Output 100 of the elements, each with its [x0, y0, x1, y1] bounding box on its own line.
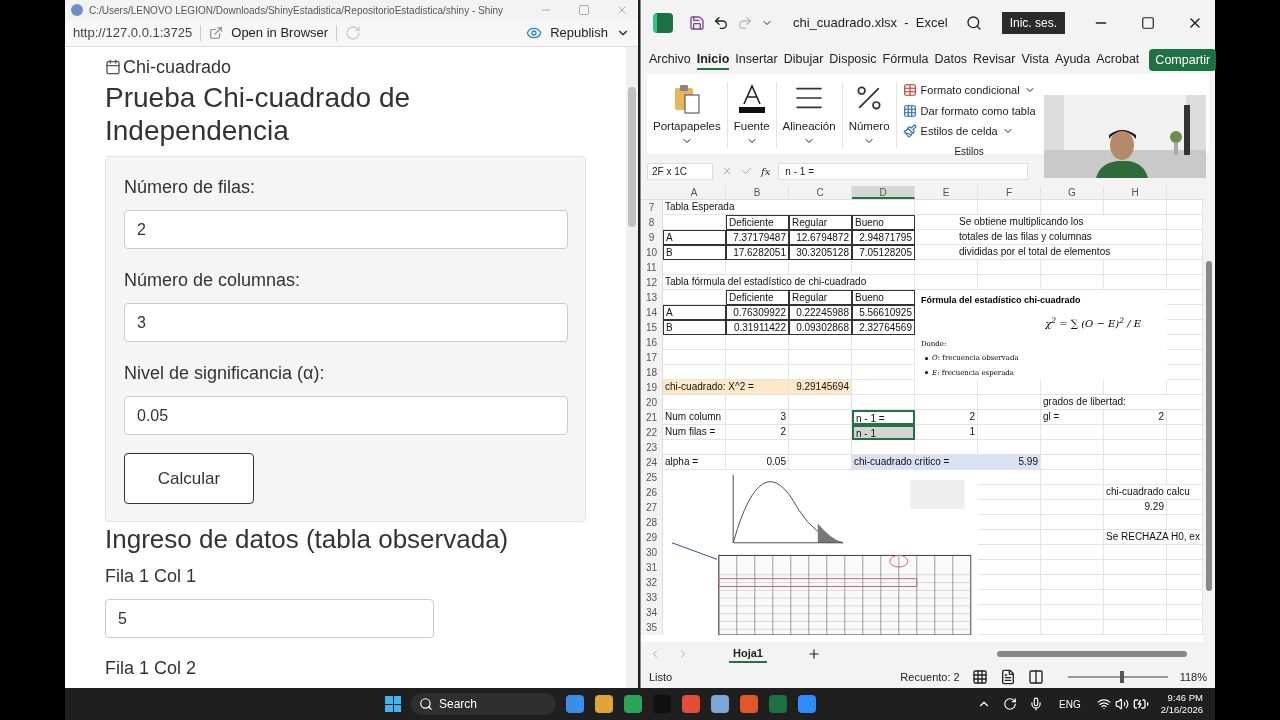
table-cell[interactable]: [1104, 425, 1167, 440]
page-layout-icon[interactable]: [999, 669, 1016, 685]
cancel-icon[interactable]: [721, 165, 733, 177]
row-header[interactable]: 19: [641, 380, 663, 395]
battery-icon[interactable]: [1132, 696, 1149, 712]
ribbon-tab[interactable]: Revisar: [973, 49, 1016, 71]
table-cell[interactable]: grados de libertad:: [1041, 395, 1203, 410]
row-header[interactable]: 21: [641, 410, 663, 425]
row-header[interactable]: 24: [641, 455, 663, 470]
table-cell[interactable]: [852, 380, 915, 395]
table-cell[interactable]: 30.3205128: [789, 245, 852, 260]
table-cell[interactable]: n - 1: [852, 425, 915, 440]
table-cell[interactable]: [789, 440, 852, 455]
table-cell[interactable]: 5.56610925: [852, 305, 915, 320]
table-cell[interactable]: Deficiente: [726, 290, 789, 305]
input-field[interactable]: 3: [124, 303, 568, 342]
table-cell[interactable]: [1041, 200, 1104, 215]
table-cell[interactable]: [978, 395, 1041, 410]
table-cell[interactable]: 5.99: [978, 455, 1041, 470]
open-browser-button[interactable]: Open in Browser: [231, 23, 329, 43]
taskbar-app-icon[interactable]: [624, 695, 642, 713]
row-header[interactable]: 25: [641, 470, 663, 485]
table-cell[interactable]: Bueno: [852, 215, 915, 230]
table-cell[interactable]: 0.22245988: [789, 305, 852, 320]
table-cell[interactable]: [1041, 485, 1104, 500]
table-cell[interactable]: Num filas =: [663, 425, 726, 440]
row-header[interactable]: 31: [641, 560, 663, 575]
table-cell[interactable]: B: [663, 245, 726, 260]
calculate-button[interactable]: Calcular: [124, 453, 254, 504]
row-header[interactable]: 14: [641, 305, 663, 320]
search-field[interactable]: Search: [411, 693, 556, 715]
scrollbar[interactable]: [626, 47, 638, 688]
ribbon-group-button[interactable]: Número: [848, 118, 890, 136]
table-cell[interactable]: [1041, 605, 1104, 620]
wifi-icon[interactable]: [1096, 697, 1111, 711]
formula-field[interactable]: n - 1 =: [778, 162, 1029, 180]
share-button[interactable]: Compartir: [1149, 48, 1217, 72]
table-cell[interactable]: 3: [726, 410, 789, 425]
row-header[interactable]: 13: [641, 290, 663, 305]
open-external-icon[interactable]: [209, 26, 224, 40]
table-cell[interactable]: [663, 350, 726, 365]
table-cell[interactable]: [663, 440, 726, 455]
table-cell[interactable]: [1104, 545, 1167, 560]
row-header[interactable]: 35: [641, 620, 663, 635]
table-cell[interactable]: [1104, 590, 1167, 605]
normal-view-icon[interactable]: [971, 669, 988, 685]
table-cell[interactable]: 2.94871795: [852, 230, 915, 245]
undo-icon[interactable]: [713, 15, 729, 31]
taskbar-app-icon[interactable]: [769, 695, 787, 713]
table-cell[interactable]: [1104, 515, 1167, 530]
table-cell[interactable]: [789, 350, 852, 365]
column-header[interactable]: G: [1041, 186, 1104, 199]
ribbon-tab[interactable]: Datos: [934, 49, 968, 71]
table-cell[interactable]: [1041, 470, 1104, 485]
table-cell[interactable]: [1104, 575, 1167, 590]
column-header[interactable]: H: [1104, 186, 1167, 199]
column-header[interactable]: A: [663, 186, 726, 199]
row-header[interactable]: 22: [641, 425, 663, 440]
row-header[interactable]: 11: [641, 260, 663, 275]
table-cell[interactable]: 17.6282051: [726, 245, 789, 260]
column-header[interactable]: E: [915, 186, 978, 199]
function-button[interactable]: fx: [761, 163, 771, 179]
table-cell[interactable]: [978, 260, 1041, 275]
table-cell[interactable]: [978, 410, 1041, 425]
table-cell[interactable]: 0.31911422: [726, 320, 789, 335]
table-cell[interactable]: [1104, 260, 1167, 275]
table-cell[interactable]: [1041, 455, 1104, 470]
ribbon-tab[interactable]: Vista: [1021, 49, 1050, 71]
ribbon-tab[interactable]: Acrobat: [1096, 49, 1140, 71]
styles-menu-button[interactable]: Formato condicional: [920, 82, 1020, 99]
table-cell[interactable]: totales de las filas y columnas: [915, 230, 1167, 245]
table-cell[interactable]: [726, 440, 789, 455]
table-cell[interactable]: 12.6794872: [789, 230, 852, 245]
sheet-tab[interactable]: Hoja1: [729, 644, 767, 664]
column-header[interactable]: B: [726, 186, 789, 199]
table-cell[interactable]: chi-cuadrado critico =: [852, 455, 978, 470]
ribbon-group-button[interactable]: Portapapeles: [653, 118, 721, 136]
table-cell[interactable]: Tabla fórmula del estadístico de chi-cuadrado: [663, 275, 915, 290]
table-cell[interactable]: [978, 425, 1041, 440]
table-cell[interactable]: [663, 335, 726, 350]
row-header[interactable]: 32: [641, 575, 663, 590]
table-cell[interactable]: [1041, 575, 1104, 590]
row-header[interactable]: 8: [641, 215, 663, 230]
table-cell[interactable]: [726, 260, 789, 275]
table-cell[interactable]: [789, 335, 852, 350]
redo-icon[interactable]: [737, 15, 753, 31]
table-cell[interactable]: Se obtiene multiplicando los: [915, 215, 1167, 230]
zoom-thumb[interactable]: [1120, 671, 1125, 683]
table-cell[interactable]: divididas por el total de elementos: [915, 245, 1167, 260]
row-header[interactable]: 29: [641, 530, 663, 545]
table-cell[interactable]: [1041, 530, 1104, 545]
row-header[interactable]: 17: [641, 350, 663, 365]
table-cell[interactable]: gl =: [1041, 410, 1104, 425]
table-cell[interactable]: [1104, 440, 1167, 455]
styles-menu-button[interactable]: Estilos de celda: [920, 123, 998, 140]
start-icon[interactable]: [385, 696, 401, 712]
republish-button[interactable]: Republish: [550, 23, 608, 43]
input-field[interactable]: 2: [124, 210, 568, 249]
table-cell[interactable]: B: [663, 320, 726, 335]
table-cell[interactable]: Regular: [789, 215, 852, 230]
